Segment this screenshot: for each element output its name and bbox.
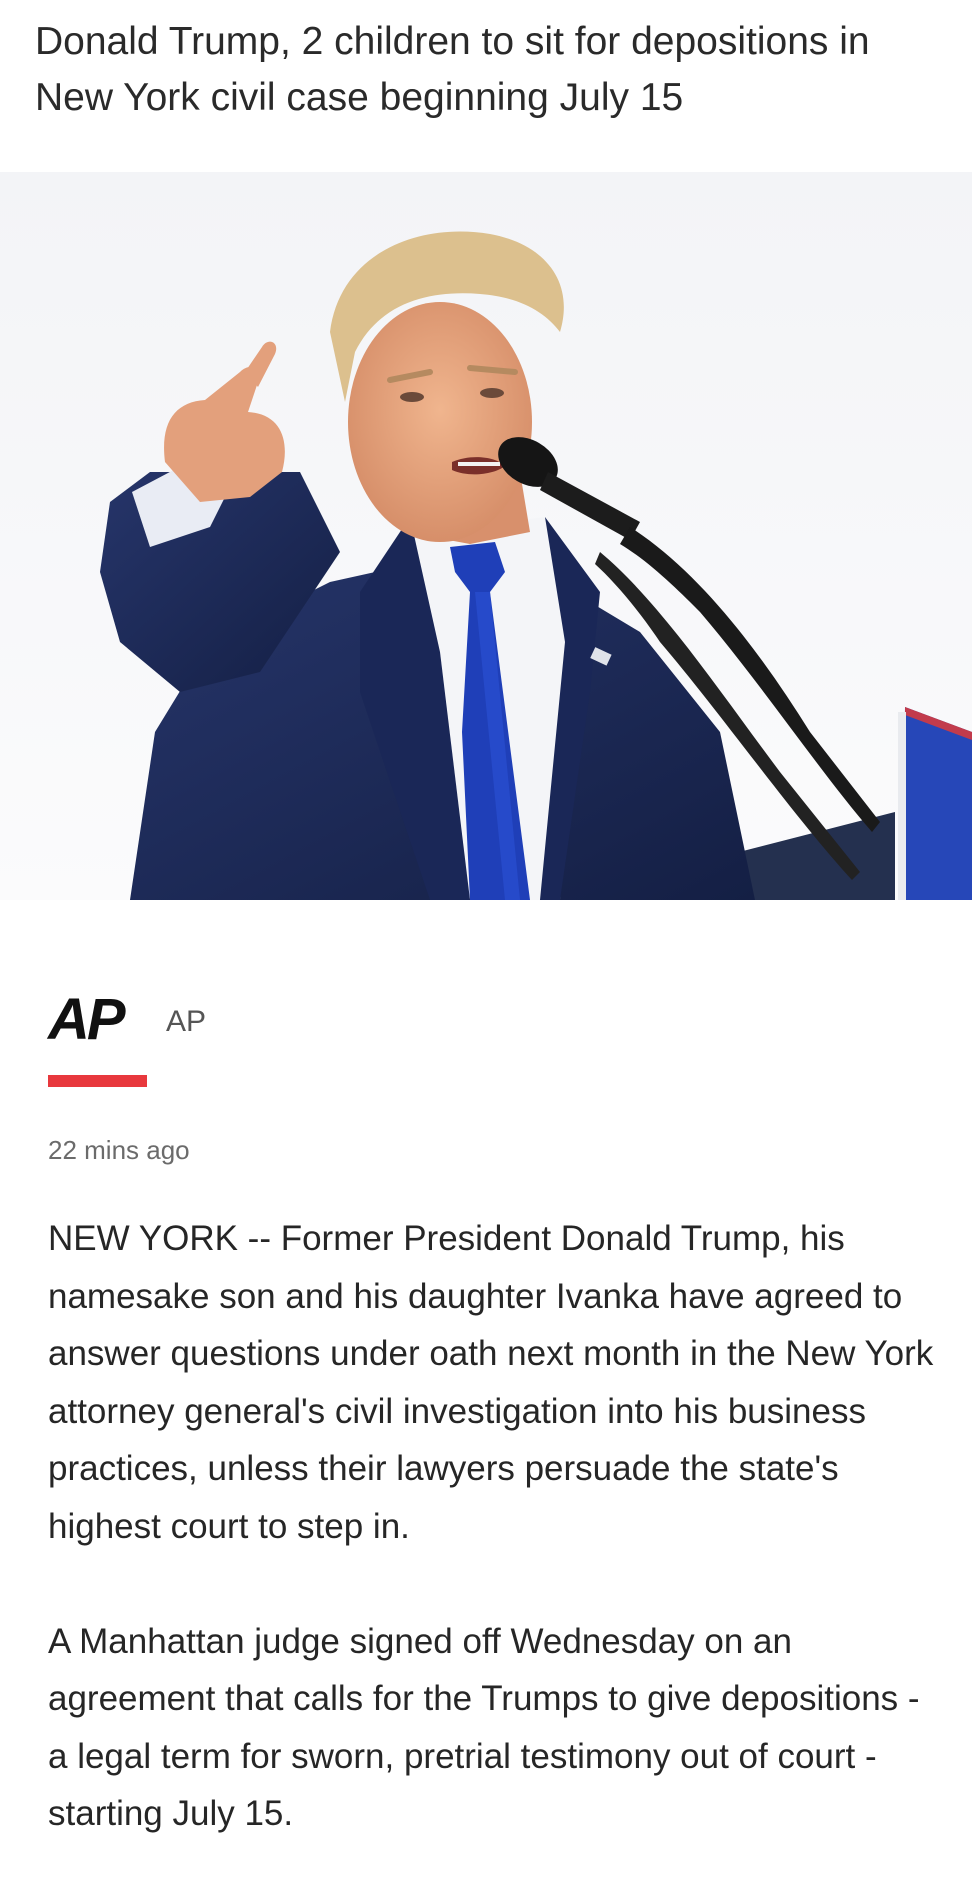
article-body: NEW YORK -- Former President Donald Trum…	[48, 1210, 948, 1900]
source-name[interactable]: AP	[166, 1004, 206, 1040]
article-paragraph: NEW YORK -- Former President Donald Trum…	[48, 1219, 934, 1546]
source-byline[interactable]: AP AP	[48, 990, 448, 1090]
publish-timestamp: 22 mins ago	[48, 1135, 190, 1165]
hero-image[interactable]	[0, 172, 972, 900]
article-headline: Donald Trump, 2 children to sit for depo…	[35, 20, 870, 119]
hero-photo-illustration	[0, 172, 972, 900]
article-paragraph: A Manhattan judge signed off Wednesday o…	[48, 1621, 920, 1834]
ap-logo-underline	[48, 1075, 147, 1087]
ap-logo: AP	[48, 987, 126, 1052]
